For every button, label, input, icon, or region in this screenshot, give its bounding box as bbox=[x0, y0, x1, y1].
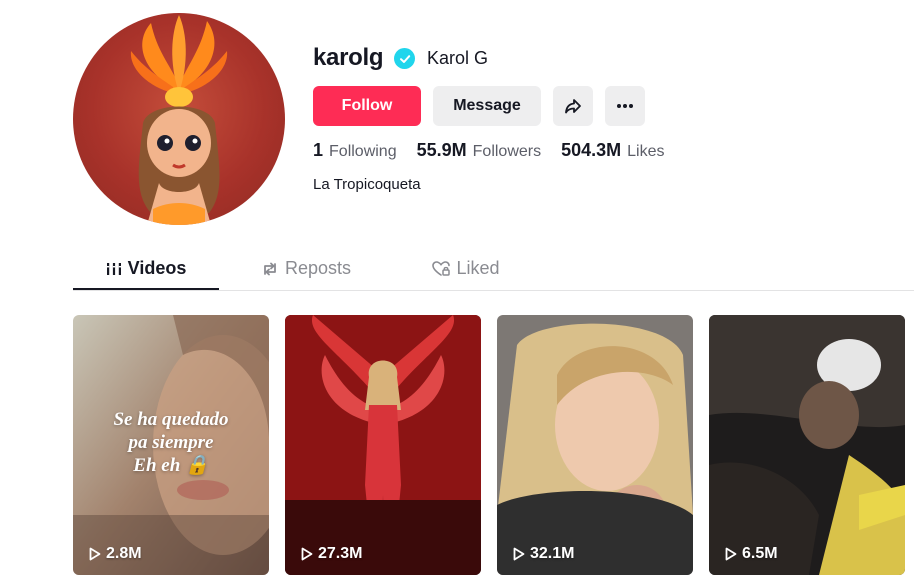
overlay-line: Se ha quedado bbox=[113, 409, 229, 430]
video-thumbnail bbox=[497, 315, 693, 575]
tab-liked-label: Liked bbox=[456, 258, 500, 278]
view-count-value: 27.3M bbox=[318, 545, 363, 562]
verified-badge-icon bbox=[394, 48, 415, 69]
view-count: 32.1M bbox=[513, 545, 574, 563]
avatar-illustration bbox=[130, 15, 228, 225]
view-count: 6.5M bbox=[725, 545, 778, 563]
view-count: 2.8M bbox=[89, 545, 142, 563]
message-button[interactable]: Message bbox=[433, 86, 541, 126]
share-button[interactable] bbox=[553, 86, 593, 126]
more-options-button[interactable] bbox=[605, 86, 645, 126]
video-thumbnail bbox=[285, 315, 481, 575]
likes-count: 504.3M bbox=[561, 140, 622, 160]
video-overlay-text: Se ha quedado pa siempre Eh eh 🔒 bbox=[73, 408, 269, 477]
tab-videos[interactable]: Videos bbox=[73, 248, 219, 289]
following-count: 1 bbox=[313, 140, 324, 160]
profile-avatar[interactable] bbox=[73, 13, 285, 225]
likes-stat: 504.3M Likes bbox=[561, 140, 664, 161]
tab-liked[interactable]: Liked bbox=[393, 248, 539, 289]
followers-stat[interactable]: 55.9M Followers bbox=[417, 140, 542, 161]
more-icon bbox=[616, 103, 634, 109]
play-icon bbox=[89, 547, 101, 561]
video-card[interactable]: 6.5M bbox=[709, 315, 905, 575]
view-count: 27.3M bbox=[301, 545, 362, 563]
grid-icon bbox=[106, 262, 122, 276]
overlay-line: pa siempre bbox=[128, 432, 214, 453]
play-icon bbox=[725, 547, 737, 561]
following-label: Following bbox=[329, 143, 397, 160]
username: karolg bbox=[313, 44, 384, 71]
heart-lock-icon bbox=[432, 260, 451, 277]
play-icon bbox=[301, 547, 313, 561]
video-caption-blur bbox=[503, 317, 687, 325]
active-tab-indicator bbox=[73, 288, 219, 290]
view-count-value: 32.1M bbox=[530, 545, 575, 562]
followers-count: 55.9M bbox=[416, 140, 467, 160]
profile-tabs: Videos Reposts Liked bbox=[73, 248, 914, 291]
tab-reposts[interactable]: Reposts bbox=[233, 248, 379, 289]
followers-label: Followers bbox=[472, 143, 542, 160]
overlay-line: Eh eh 🔒 bbox=[133, 455, 209, 476]
view-count-value: 2.8M bbox=[106, 545, 142, 562]
video-thumbnail bbox=[709, 315, 905, 575]
play-icon bbox=[513, 547, 525, 561]
share-icon bbox=[563, 96, 583, 116]
profile-bio: La Tropicoqueta bbox=[313, 176, 421, 193]
likes-label: Likes bbox=[627, 143, 665, 160]
tab-videos-label: Videos bbox=[127, 258, 187, 278]
view-count-value: 6.5M bbox=[742, 545, 778, 562]
profile-stats: 1 Following 55.9M Followers 504.3M Likes bbox=[313, 140, 685, 161]
following-stat[interactable]: 1 Following bbox=[313, 140, 397, 161]
tab-reposts-label: Reposts bbox=[284, 258, 352, 278]
repost-icon bbox=[261, 261, 279, 277]
video-card[interactable]: Se ha quedado pa siempre Eh eh 🔒 2.8M bbox=[73, 315, 269, 575]
video-card[interactable]: 32.1M bbox=[497, 315, 693, 575]
follow-button[interactable]: Follow bbox=[313, 86, 421, 126]
display-name: Karol G bbox=[427, 48, 489, 68]
video-card[interactable]: 27.3M bbox=[285, 315, 481, 575]
